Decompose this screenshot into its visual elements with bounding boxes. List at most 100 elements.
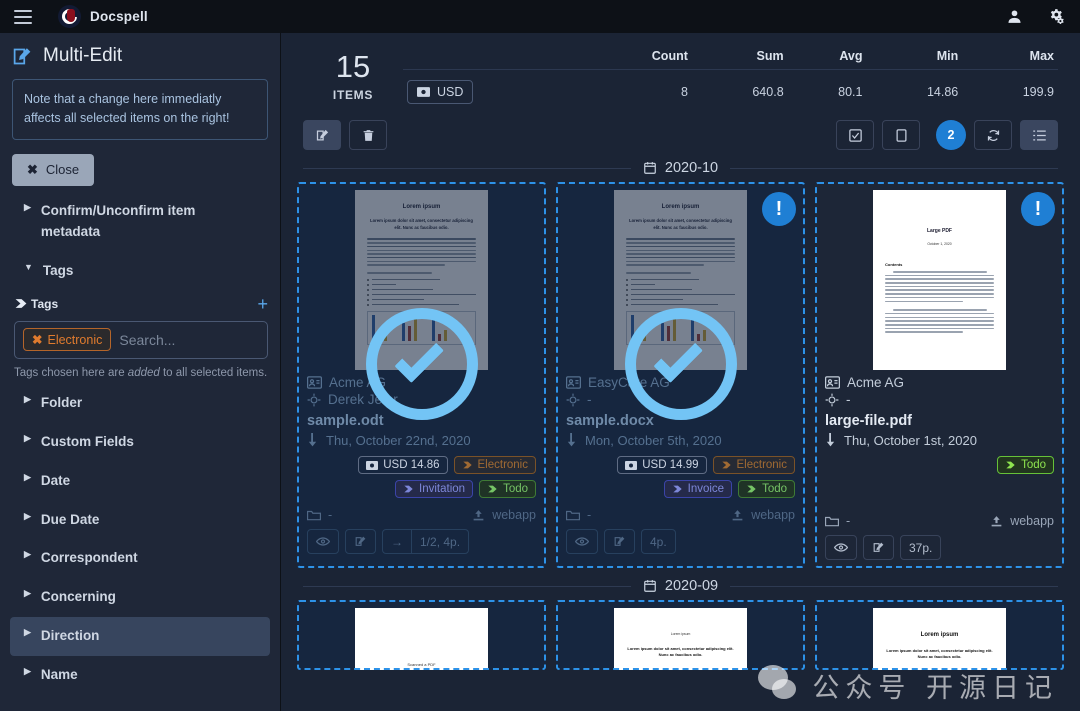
preview-subtitle: October 1, 2020 xyxy=(927,242,952,246)
select-none-button[interactable] xyxy=(882,120,920,150)
money-icon xyxy=(417,87,430,97)
edit-icon xyxy=(12,46,33,67)
item-actions: 37p. xyxy=(825,535,1054,560)
item-date-row: Mon, October 5th, 2020 xyxy=(566,433,795,448)
divider xyxy=(303,585,631,587)
list-view-button[interactable] xyxy=(1020,120,1058,150)
sidebar-item-due-date[interactable]: ▶ Due Date xyxy=(10,501,270,540)
table-row: USD 8 640.8 80.1 14.86 199.9 xyxy=(403,69,1058,114)
item-count-label: ITEMS xyxy=(332,88,374,102)
currency-label: USD xyxy=(437,85,464,99)
document-preview: Scanned a PDF xyxy=(355,608,488,670)
sidebar-item-label: Custom Fields xyxy=(40,433,134,449)
correspondent-icon xyxy=(307,376,322,389)
item-footer: - webapp xyxy=(825,514,1054,528)
sidebar-item-direction[interactable]: ▶ Direction xyxy=(10,617,270,657)
page-indicator[interactable]: → 1/2, 4p. xyxy=(382,529,470,554)
document-preview: Lorem ipsum Lorem ipsum dolor sit amet, … xyxy=(873,608,1006,670)
multi-edit-button[interactable] xyxy=(303,120,341,150)
sidebar-item-name[interactable]: ▶ Name xyxy=(10,656,270,695)
delete-selected-button[interactable] xyxy=(349,120,387,150)
next-page-icon[interactable]: → xyxy=(383,530,411,553)
item-footer: - webapp xyxy=(566,508,795,522)
page-current: 1/2 xyxy=(420,534,437,549)
sidebar-item-custom-fields[interactable]: ▶ Custom Fields xyxy=(10,423,270,462)
concerning-icon xyxy=(566,393,580,407)
sidebar-item-concerning[interactable]: ▶ Concerning xyxy=(10,578,270,617)
arrow-down-icon xyxy=(566,433,577,448)
edit-item-button[interactable] xyxy=(863,535,894,560)
sidebar-item-date[interactable]: ▶ Date xyxy=(10,462,270,501)
item-card[interactable]: ! Lorem ipsum Lorem ipsum dolor sit amet… xyxy=(556,182,805,568)
thumbnail[interactable]: Lorem ipsum Lorem ipsum dolor sit amet, … xyxy=(566,608,795,670)
tag-search-input[interactable] xyxy=(119,331,280,348)
correspondent-name: Acme AG xyxy=(847,375,905,390)
sidebar-item-confirm-unconfirm[interactable]: ▶ Confirm/Unconfirm item metadata xyxy=(10,192,270,252)
tag-pill: Electronic xyxy=(453,456,536,474)
preview-title: Lorem ipsum xyxy=(920,632,959,638)
cell-count: 8 xyxy=(584,69,692,114)
sidebar-item-folder[interactable]: ▶ Folder xyxy=(10,384,270,423)
multi-edit-sidebar: Multi-Edit Note that a change here immed… xyxy=(0,33,281,711)
plus-icon[interactable]: + xyxy=(257,295,268,313)
reload-button[interactable] xyxy=(974,120,1012,150)
statistics-bar: 15 ITEMS Count Sum Avg Min Max USD 8 640… xyxy=(281,33,1080,114)
unconfirmed-alert-icon[interactable]: ! xyxy=(762,192,796,226)
sidebar-item-tags[interactable]: ▼ Tags xyxy=(10,252,270,291)
chevron-right-icon: ▶ xyxy=(24,201,31,212)
tag-pill: Invitation xyxy=(395,480,474,498)
concerning-row: - xyxy=(825,392,1054,407)
edit-item-button[interactable] xyxy=(604,529,635,554)
col-sum: Sum xyxy=(756,49,784,63)
select-all-button[interactable] xyxy=(836,120,874,150)
preview-title: Large PDF xyxy=(926,228,952,234)
page-count-label: 37p. xyxy=(900,535,942,560)
thumbnail[interactable]: Lorem ipsum Lorem ipsum dolor sit amet, … xyxy=(825,608,1054,670)
item-name[interactable]: large-file.pdf xyxy=(825,413,1054,429)
selected-count-badge[interactable]: 2 xyxy=(936,120,966,150)
sidebar-item-correspondent[interactable]: ▶ Correspondent xyxy=(10,539,270,578)
remove-tag-icon[interactable]: ✖ xyxy=(32,332,42,347)
preview-subtitle: Lorem ipsum dolor sit amet, consectetur … xyxy=(629,218,732,230)
gears-icon[interactable] xyxy=(1047,8,1066,26)
item-card[interactable]: Lorem ipsum Lorem ipsum dolor sit amet, … xyxy=(297,182,546,568)
sidebar-item-label: Correspondent xyxy=(40,550,138,566)
source-name: webapp xyxy=(751,508,795,522)
item-card[interactable]: Lorem ipsum Lorem ipsum dolor sit amet, … xyxy=(815,600,1064,670)
main-content: 15 ITEMS Count Sum Avg Min Max USD 8 640… xyxy=(281,33,1080,711)
page-title-text: Multi-Edit xyxy=(43,45,123,66)
folder-name: - xyxy=(328,508,333,522)
preview-section: Contents xyxy=(885,262,903,267)
folder-info: - xyxy=(566,508,591,522)
unconfirmed-alert-icon[interactable]: ! xyxy=(1021,192,1055,226)
chevron-right-icon: ▶ xyxy=(24,549,31,560)
thumbnail[interactable]: Scanned a PDF xyxy=(307,608,536,670)
item-card[interactable]: ! Large PDF October 1, 2020 Contents Acm… xyxy=(815,182,1064,568)
item-date: Thu, October 22nd, 2020 xyxy=(326,433,471,448)
item-card-row: Scanned a PDF Lorem ipsum Lorem ipsum do… xyxy=(281,600,1080,670)
user-icon[interactable] xyxy=(1006,8,1023,25)
item-card[interactable]: Scanned a PDF xyxy=(297,600,546,670)
folder-name: - xyxy=(587,508,592,522)
brand[interactable]: Docspell xyxy=(58,5,148,28)
preview-subtitle: Lorem ipsum dolor sit amet, consectetur … xyxy=(627,646,734,658)
cell-max: 199.9 xyxy=(962,69,1058,114)
thumbnail[interactable]: Large PDF October 1, 2020 Contents xyxy=(825,190,1054,370)
hamburger-icon[interactable] xyxy=(14,9,32,24)
preview-button[interactable] xyxy=(825,535,857,560)
col-min: Min xyxy=(936,49,959,63)
item-card[interactable]: Lorem ipsum Lorem ipsum dolor sit amet, … xyxy=(556,600,805,670)
chevron-right-icon: ▶ xyxy=(24,588,31,599)
edit-item-button[interactable] xyxy=(345,529,376,554)
folder-info: - xyxy=(825,514,850,528)
preview-button[interactable] xyxy=(566,529,598,554)
money-pill: USD 14.86 xyxy=(358,456,448,474)
tag-chip-electronic[interactable]: ✖ Electronic xyxy=(23,328,112,352)
close-button[interactable]: ✖ Close xyxy=(12,153,95,186)
page-title: Multi-Edit xyxy=(0,33,280,77)
tag-select-dropdown[interactable]: ✖ Electronic ❯ xyxy=(14,320,280,359)
tags-hint-emphasis: added xyxy=(127,366,160,379)
preview-button[interactable] xyxy=(307,529,339,554)
sidebar-item-label: Name xyxy=(40,667,78,683)
document-preview: Large PDF October 1, 2020 Contents xyxy=(873,190,1006,370)
